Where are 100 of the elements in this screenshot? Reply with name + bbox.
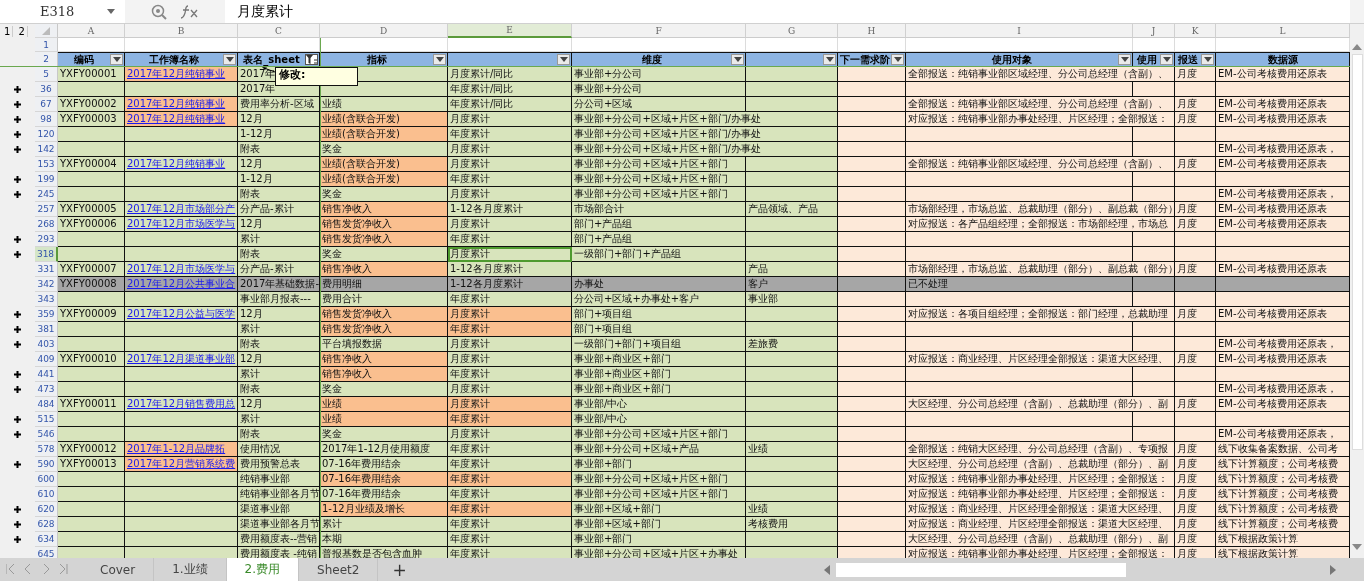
- expand-icon[interactable]: [14, 521, 21, 528]
- expand-icon[interactable]: [14, 431, 21, 438]
- row-number[interactable]: 610: [35, 487, 58, 502]
- column-header[interactable]: A: [58, 24, 125, 38]
- row-number[interactable]: 199: [35, 172, 58, 187]
- table-cell: 月度累计: [448, 397, 572, 412]
- filter-button[interactable]: [305, 54, 318, 65]
- expand-icon[interactable]: [14, 461, 21, 468]
- row-number[interactable]: 98: [35, 112, 58, 127]
- table-cell: 费用明细: [320, 277, 448, 292]
- column-header[interactable]: L: [1216, 24, 1350, 38]
- expand-icon[interactable]: [14, 116, 21, 123]
- expand-icon[interactable]: [14, 536, 21, 543]
- row-number[interactable]: 620: [35, 502, 58, 517]
- sheet-tab[interactable]: 2.费用: [226, 558, 300, 581]
- row-number[interactable]: 515: [35, 412, 58, 427]
- expand-icon[interactable]: [14, 131, 21, 138]
- expand-icon[interactable]: [14, 86, 21, 93]
- column-header[interactable]: F: [572, 24, 746, 38]
- vertical-scrollbar[interactable]: [1350, 24, 1364, 558]
- column-header[interactable]: J: [1133, 24, 1175, 38]
- filter-button[interactable]: [1160, 54, 1173, 65]
- row-number[interactable]: 36: [35, 82, 58, 97]
- row-number[interactable]: 546: [35, 427, 58, 442]
- name-box[interactable]: E318: [0, 0, 125, 23]
- column-header[interactable]: C: [238, 24, 320, 38]
- row-number[interactable]: 343: [35, 292, 58, 307]
- row-number[interactable]: 578: [35, 442, 58, 457]
- row-number[interactable]: 634: [35, 532, 58, 547]
- scroll-down-icon[interactable]: [1352, 544, 1362, 550]
- column-header[interactable]: H: [838, 24, 906, 38]
- scroll-right-icon[interactable]: [1330, 564, 1336, 575]
- row-number[interactable]: 628: [35, 517, 58, 532]
- row-number[interactable]: 293: [35, 232, 58, 247]
- expand-icon[interactable]: [14, 251, 21, 258]
- row-number[interactable]: 359: [35, 307, 58, 322]
- row-number[interactable]: 342: [35, 277, 58, 292]
- expand-icon[interactable]: [14, 341, 21, 348]
- row-number[interactable]: 257: [35, 202, 58, 217]
- row-number[interactable]: 245: [35, 187, 58, 202]
- row-number[interactable]: 484: [35, 397, 58, 412]
- function-icon[interactable]: [181, 4, 199, 19]
- filter-button[interactable]: [891, 54, 904, 65]
- column-header[interactable]: E: [448, 24, 572, 38]
- expand-icon[interactable]: [14, 236, 21, 243]
- expand-icon[interactable]: [14, 371, 21, 378]
- filter-button[interactable]: [557, 54, 570, 65]
- expand-icon[interactable]: [14, 101, 21, 108]
- row-number[interactable]: 142: [35, 142, 58, 157]
- expand-icon[interactable]: [14, 326, 21, 333]
- row-number[interactable]: 473: [35, 382, 58, 397]
- expand-icon[interactable]: [14, 146, 21, 153]
- formula-field[interactable]: 月度累计: [225, 0, 1350, 23]
- expand-icon[interactable]: [14, 311, 21, 318]
- row-number[interactable]: 441: [35, 367, 58, 382]
- sheet-tab[interactable]: 1.业绩: [154, 558, 227, 581]
- column-header[interactable]: K: [1175, 24, 1216, 38]
- row-number[interactable]: 153: [35, 157, 58, 172]
- zoom-icon[interactable]: [151, 3, 167, 20]
- add-sheet-button[interactable]: +: [378, 558, 421, 581]
- caret-icon: [1203, 57, 1212, 62]
- table-cell: 业绩: [746, 502, 838, 517]
- row-number[interactable]: 409: [35, 352, 58, 367]
- scroll-thumb[interactable]: [1351, 54, 1363, 450]
- row-number[interactable]: 331: [35, 262, 58, 277]
- outline-level-button[interactable]: 1: [2, 25, 14, 37]
- expand-icon[interactable]: [14, 176, 21, 183]
- outline-level-button[interactable]: 2: [16, 25, 28, 37]
- expand-icon[interactable]: [14, 506, 21, 513]
- row-number[interactable]: 403: [35, 337, 58, 352]
- filter-button[interactable]: [223, 54, 236, 65]
- row-number[interactable]: 67: [35, 97, 58, 112]
- table-cell: [58, 412, 125, 427]
- scroll-up-icon[interactable]: [1352, 44, 1362, 50]
- row-number[interactable]: 120: [35, 127, 58, 142]
- filter-button[interactable]: [823, 54, 836, 65]
- scroll-left-icon[interactable]: [824, 564, 830, 575]
- filter-button[interactable]: [110, 54, 123, 65]
- filter-button[interactable]: [433, 54, 446, 65]
- row-number[interactable]: 590: [35, 457, 58, 472]
- column-header[interactable]: B: [125, 24, 238, 38]
- row-number[interactable]: 268: [35, 217, 58, 232]
- column-header[interactable]: I: [906, 24, 1133, 38]
- expand-icon[interactable]: [14, 386, 21, 393]
- column-header[interactable]: D: [320, 24, 448, 38]
- expand-icon[interactable]: [14, 191, 21, 198]
- row-number[interactable]: 381: [35, 322, 58, 337]
- filter-button[interactable]: [1118, 54, 1131, 65]
- row-number[interactable]: 1: [35, 38, 58, 52]
- row-number[interactable]: 5: [35, 67, 58, 82]
- table-cell: [1175, 247, 1216, 262]
- filter-button[interactable]: [731, 54, 744, 65]
- filter-button[interactable]: [1201, 54, 1214, 65]
- column-header[interactable]: G: [746, 24, 838, 38]
- sheet-tab[interactable]: Cover: [82, 558, 155, 581]
- scroll-thumb[interactable]: [836, 562, 1126, 577]
- row-number[interactable]: 318: [35, 247, 58, 262]
- sheet-tab[interactable]: Sheet2: [299, 558, 379, 581]
- expand-icon[interactable]: [14, 416, 21, 423]
- row-number[interactable]: 600: [35, 472, 58, 487]
